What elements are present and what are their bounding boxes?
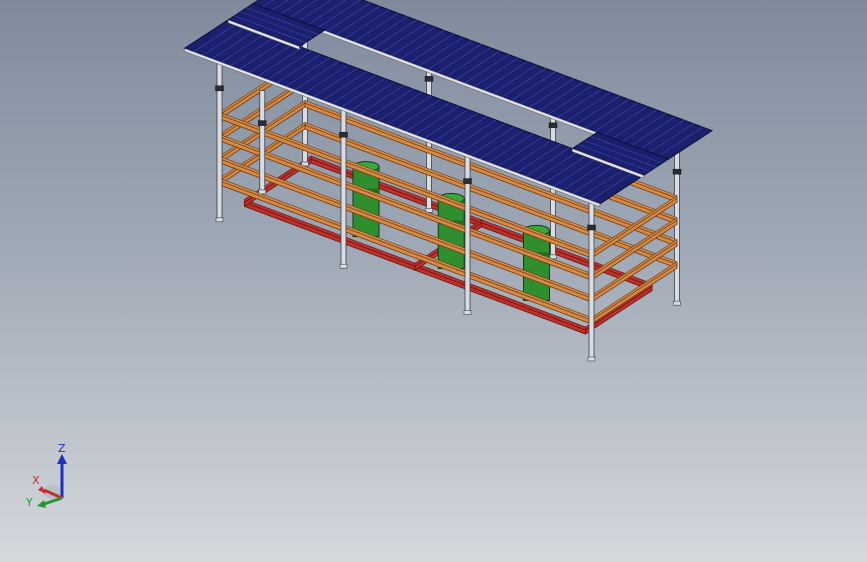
y-arrow-icon <box>37 500 46 508</box>
post-front-3 <box>588 194 595 361</box>
post-back-1-bracket <box>424 76 434 82</box>
x-axis-label: X <box>32 474 40 487</box>
post-front-3-foot <box>587 356 596 362</box>
post-front-1-foot <box>339 263 348 269</box>
post-left-mid-foot <box>258 189 267 195</box>
post-front-2 <box>464 148 471 315</box>
post-front-1-bracket <box>339 131 348 138</box>
post-front-0-foot <box>215 217 224 223</box>
z-axis-label: Z <box>58 442 66 455</box>
post-front-3-bracket <box>587 224 596 231</box>
post-front-1 <box>340 101 347 268</box>
y-axis-label: Y <box>25 496 33 509</box>
post-back-2-bracket <box>548 122 558 129</box>
post-front-0 <box>216 55 223 222</box>
post-left-mid-bracket <box>258 120 267 126</box>
post-front-2-bracket <box>463 178 472 184</box>
post-back-3-bracket <box>672 168 682 175</box>
post-front-0-bracket <box>215 85 224 92</box>
post-left-mid <box>259 90 266 194</box>
axis-triad: Z X Y <box>18 440 88 520</box>
3d-viewport[interactable]: Z X Y <box>0 0 867 562</box>
structure-model[interactable] <box>0 0 867 562</box>
post-back-3-foot <box>673 300 681 306</box>
post-front-2-foot <box>463 310 472 315</box>
z-arrow-icon <box>57 454 67 464</box>
